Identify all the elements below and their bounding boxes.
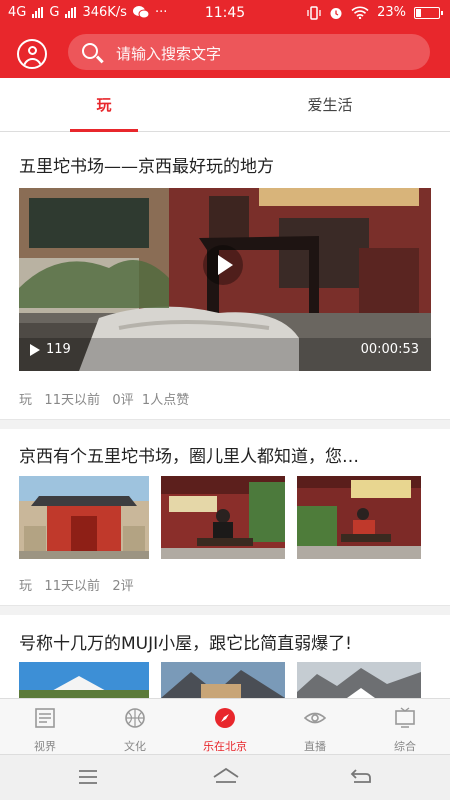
meta-likes: 1人点赞: [141, 393, 190, 408]
meta-time: 11天以前: [44, 579, 100, 594]
bottom-navigation: 视界 文化 乐在北京 直播 综合: [0, 698, 450, 754]
meta-comments: 0评: [112, 393, 134, 408]
nav-item-vision[interactable]: 视界: [0, 699, 90, 755]
storyteller-photo-2: [297, 476, 421, 559]
meta-category: 玩: [19, 579, 33, 594]
wifi-icon: [351, 6, 369, 19]
nav-label: 乐在北京: [203, 740, 247, 753]
article-3-image-1[interactable]: [19, 662, 149, 698]
nav-item-culture[interactable]: 文化: [90, 699, 180, 755]
nav-label: 文化: [124, 740, 146, 753]
house-photo-3: [297, 662, 421, 698]
tab-play[interactable]: 玩: [70, 78, 138, 132]
play-button[interactable]: [203, 245, 243, 285]
meta-time: 11天以前: [44, 393, 100, 408]
compass-icon: [215, 708, 235, 728]
tab-love-life-label: 爱生活: [307, 96, 353, 114]
tv-icon: [395, 707, 415, 728]
vibrate-icon: [307, 5, 321, 20]
back-icon[interactable]: [350, 768, 372, 784]
app-header: 请输入搜索文字: [0, 26, 450, 78]
nav-item-live[interactable]: 直播: [270, 699, 360, 755]
tab-love-life[interactable]: 爱生活: [285, 78, 375, 132]
category-tabs: 玩 爱生活: [0, 78, 450, 132]
article-2-image-3[interactable]: [297, 476, 421, 559]
nav-label: 视界: [34, 740, 56, 753]
video-duration: 00:00:53: [360, 342, 419, 357]
play-count-icon: [30, 343, 40, 356]
video-view-count: 119: [30, 342, 71, 357]
nav-label: 直播: [304, 740, 326, 753]
eye-icon: [304, 712, 326, 724]
nav-label: 综合: [394, 740, 416, 753]
meta-comments: 2评: [112, 579, 134, 594]
article-2-image-1[interactable]: [19, 476, 149, 559]
storyteller-photo-1: [161, 476, 285, 559]
user-avatar-button[interactable]: [17, 39, 47, 69]
battery-percent: 23%: [377, 5, 406, 20]
video-views: 119: [46, 342, 71, 357]
section-divider: [0, 605, 450, 615]
menu-icon[interactable]: [78, 769, 98, 785]
battery-icon: [414, 6, 443, 19]
system-navigation-bar: [0, 754, 450, 800]
search-icon: [82, 43, 98, 59]
nav-item-beijing[interactable]: 乐在北京: [180, 699, 270, 755]
article-meta-2: 玩 11天以前 2评: [19, 575, 134, 594]
article-3-image-3[interactable]: [297, 662, 421, 698]
article-title-1[interactable]: 五里坨书场——京西最好玩的地方: [19, 152, 274, 177]
gate-photo: [19, 476, 149, 559]
article-title-2[interactable]: 京西有个五里坨书场，圈儿里人都知道，您…: [19, 442, 359, 467]
tab-active-underline: [70, 129, 138, 132]
status-right: 23%: [307, 5, 443, 20]
house-photo-1: [19, 662, 149, 698]
status-bar: 4G G 346K/s ··· 11:45 23%: [0, 0, 450, 26]
basketball-icon: [125, 708, 145, 728]
article-meta-1: 玩 11天以前 0评 1人点赞: [19, 389, 189, 408]
house-photo-2: [161, 662, 285, 698]
search-input[interactable]: 请输入搜索文字: [68, 34, 430, 70]
meta-category: 玩: [19, 393, 33, 408]
article-title-3[interactable]: 号称十几万的MUJI小屋，跟它比简直弱爆了!: [19, 629, 352, 654]
user-icon-body: [23, 58, 42, 67]
nav-item-general[interactable]: 综合: [360, 699, 450, 755]
article-3-image-2[interactable]: [161, 662, 285, 698]
newspaper-icon: [35, 708, 55, 728]
tab-play-label: 玩: [96, 96, 112, 114]
user-icon-head: [28, 46, 37, 55]
home-icon[interactable]: [212, 767, 240, 785]
alarm-icon: [330, 7, 342, 19]
search-placeholder: 请输入搜索文字: [116, 45, 222, 63]
article-2-image-2[interactable]: [161, 476, 285, 559]
section-divider: [0, 419, 450, 429]
